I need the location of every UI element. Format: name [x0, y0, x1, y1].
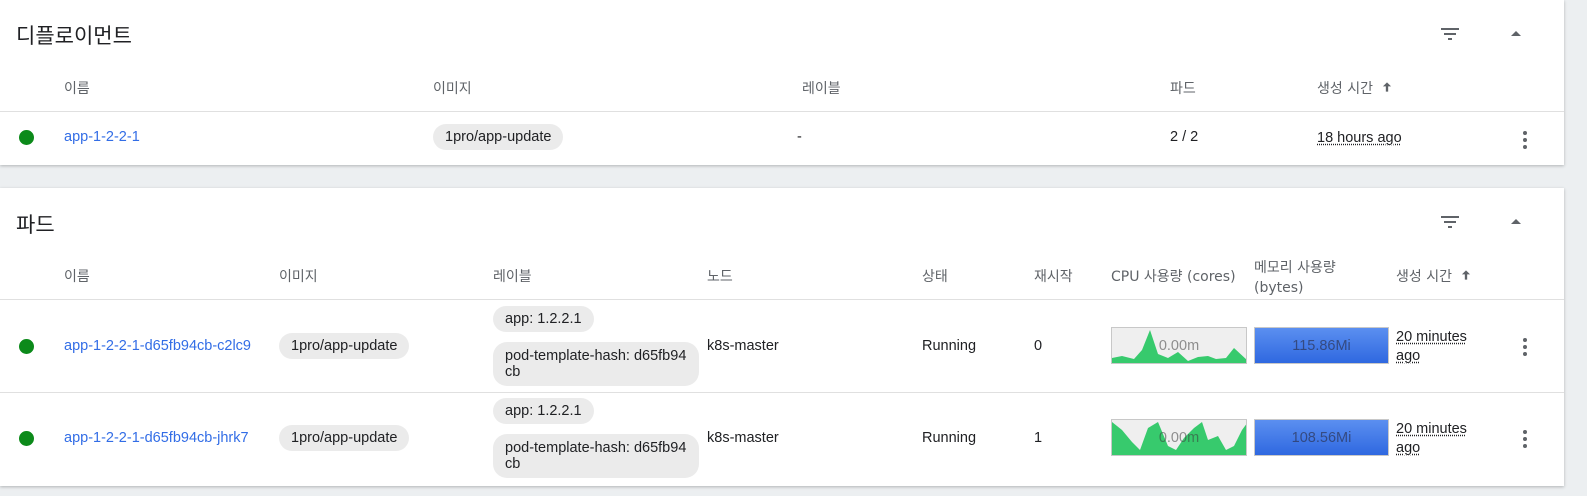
- collapse-icon[interactable]: [1504, 210, 1528, 234]
- memory-bar: 108.56Mi: [1254, 419, 1389, 456]
- arrow-up-icon: [1462, 270, 1471, 280]
- column-header-images: 이미지: [279, 269, 318, 285]
- pods-count: 2 / 2: [1170, 129, 1199, 145]
- pod-name-link[interactable]: app-1-2-2-1-d65fb94cb-c2lc9: [64, 338, 251, 354]
- column-header-cpu: CPU 사용량 (cores): [1111, 269, 1236, 285]
- status-ok-icon: [19, 431, 34, 446]
- deployment-name-link[interactable]: app-1-2-2-1: [64, 129, 140, 145]
- cpu-value: 0.00m: [1158, 429, 1200, 446]
- pods-title: 파드: [16, 213, 55, 237]
- created-time-line1: 20 minutes: [1396, 329, 1467, 345]
- column-header-labels: 레이블: [493, 269, 532, 285]
- label-chip: pod-template-hash: d65fb94cb: [493, 342, 699, 386]
- collapse-icon[interactable]: [1504, 22, 1528, 46]
- filter-icon[interactable]: [1438, 210, 1462, 234]
- image-chip: 1pro/app-update: [433, 124, 564, 150]
- deployments-title: 디플로이먼트: [16, 24, 132, 48]
- created-time-line1: 20 minutes: [1396, 421, 1467, 437]
- column-header-pods: 파드: [1170, 81, 1196, 97]
- arrow-up-icon: [1383, 82, 1392, 92]
- column-header-images: 이미지: [433, 81, 472, 97]
- label-chip: app: 1.2.2.1: [493, 398, 594, 424]
- column-header-name[interactable]: 이름: [64, 267, 90, 287]
- cpu-sparkline: 0.00m: [1111, 419, 1247, 456]
- column-header-name[interactable]: 이름: [64, 79, 90, 99]
- cpu-value: 0.00m: [1158, 337, 1200, 354]
- column-header-created[interactable]: 생성 시간: [1396, 267, 1473, 287]
- node-value: k8s-master: [707, 338, 779, 354]
- more-vert-icon[interactable]: [1513, 427, 1537, 451]
- memory-value: 108.56Mi: [1291, 429, 1352, 446]
- created-time[interactable]: 18 hours ago: [1317, 129, 1402, 148]
- filter-icon[interactable]: [1438, 22, 1462, 46]
- column-header-memory: 메모리 사용량 (bytes): [1254, 258, 1336, 298]
- column-header-memory-line2: (bytes): [1254, 280, 1304, 296]
- column-header-created[interactable]: 생성 시간: [1317, 79, 1394, 99]
- image-chip: 1pro/app-update: [279, 425, 410, 451]
- column-header-created-label: 생성 시간: [1396, 269, 1452, 285]
- created-time-line2: ago: [1396, 348, 1421, 364]
- pods-card: 파드 이름 이미지 레이블 노드 상태 재시작 CPU 사용량 (cores) …: [0, 188, 1564, 486]
- more-vert-icon[interactable]: [1513, 128, 1537, 152]
- image-chip: 1pro/app-update: [279, 333, 410, 359]
- memory-bar: 115.86Mi: [1254, 327, 1389, 364]
- created-time[interactable]: 20 minutes ago: [1396, 420, 1467, 458]
- more-vert-icon[interactable]: [1513, 335, 1537, 359]
- header-divider: [0, 299, 1564, 300]
- node-value: k8s-master: [707, 430, 779, 446]
- column-header-labels: 레이블: [802, 81, 841, 97]
- status-ok-icon: [19, 339, 34, 354]
- column-header-memory-line1: 메모리 사용량: [1254, 260, 1336, 276]
- label-chip: pod-template-hash: d65fb94cb: [493, 434, 699, 478]
- status-ok-icon: [19, 130, 34, 145]
- column-header-node[interactable]: 노드: [707, 267, 733, 287]
- column-header-restarts[interactable]: 재시작: [1034, 267, 1073, 287]
- labels-value: -: [797, 129, 802, 145]
- status-value: Running: [922, 338, 977, 354]
- column-header-status[interactable]: 상태: [922, 267, 948, 287]
- restarts-value: 0: [1034, 338, 1043, 354]
- deployments-card: 디플로이먼트 이름 이미지 레이블 파드 생성 시간 app-1-2-2-1 1…: [0, 0, 1564, 165]
- header-divider: [0, 111, 1564, 112]
- created-time-line2: ago: [1396, 440, 1421, 456]
- memory-value: 115.86Mi: [1292, 337, 1351, 354]
- column-header-created-label: 생성 시간: [1317, 81, 1373, 97]
- created-time[interactable]: 20 minutes ago: [1396, 328, 1467, 366]
- pod-name-link[interactable]: app-1-2-2-1-d65fb94cb-jhrk7: [64, 430, 249, 446]
- label-chip: app: 1.2.2.1: [493, 306, 594, 332]
- status-value: Running: [922, 430, 977, 446]
- row-divider: [0, 392, 1564, 393]
- cpu-sparkline: 0.00m: [1111, 327, 1247, 364]
- restarts-value: 1: [1034, 430, 1043, 446]
